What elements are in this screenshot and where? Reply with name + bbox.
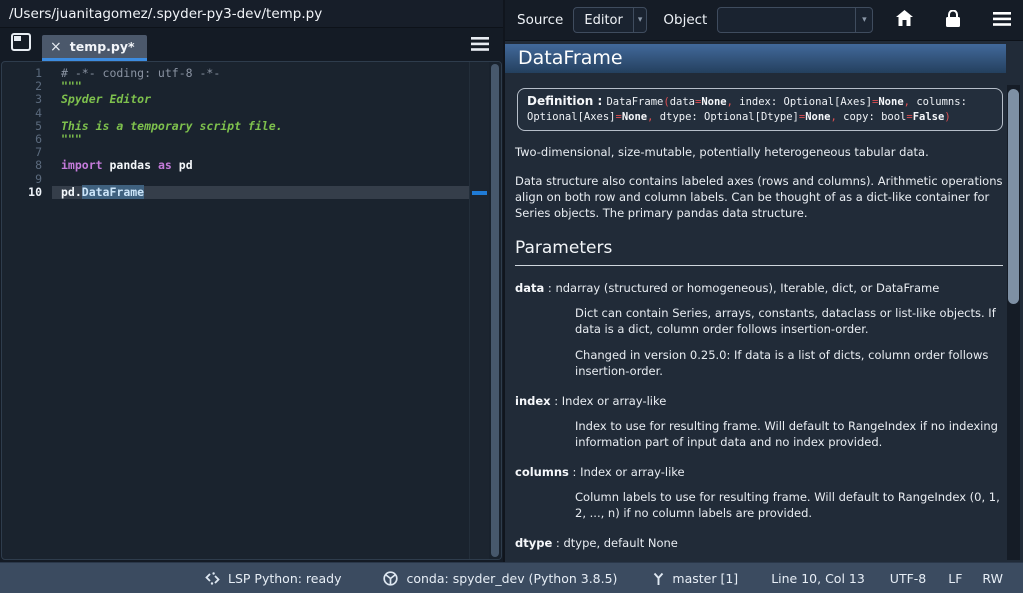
code-line[interactable]: Spyder Editor [52,93,469,106]
parameter-description: Column labels to use for resulting frame… [575,489,1005,521]
editor-tab-bar: × temp.py* [0,28,503,61]
browse-tabs-icon[interactable] [11,33,33,53]
source-label: Source [517,12,563,28]
eol-status: LF [948,571,962,586]
parameters-heading: Parameters [515,238,1003,266]
status-bar: LSP Python: ready conda: spyder_dev (Pyt… [0,562,1023,593]
editor-options-menu-icon[interactable] [471,36,489,55]
source-dropdown-value: Editor [574,13,632,28]
lsp-status-text: LSP Python: ready [228,571,341,586]
definition-label: Definition [527,94,593,108]
help-paragraph: Two-dimensional, size-mutable, potential… [515,144,1005,160]
line-number: 9 [2,173,42,186]
code-line[interactable]: pd.DataFrame [52,186,469,199]
line-number: 10 [2,186,42,199]
tab-label: temp.py* [70,39,135,54]
home-icon[interactable] [896,10,913,30]
code-line[interactable]: """ [52,133,469,146]
interpreter-status[interactable]: conda: spyder_dev (Python 3.8.5) [383,571,617,586]
help-toolbar: Source Editor ▾ Object ▾ [505,0,1023,40]
code-line[interactable]: This is a temporary script file. [52,120,469,133]
parameters-list: data : ndarray (structured or homogeneou… [515,281,1005,562]
lock-icon[interactable] [946,10,960,31]
help-object-title: DataFrame [505,44,1006,73]
chevron-down-icon[interactable]: ▾ [855,8,872,32]
definition-box: Definition : DataFrame(data=None, index:… [517,88,1003,131]
git-branch-status[interactable]: master [1] [653,571,738,586]
parameter-description: Dict can contain Series, arrays, constan… [575,305,1005,337]
object-label: Object [663,12,707,28]
tab-temp-py[interactable]: × temp.py* [42,35,147,61]
editor-scrollbar[interactable] [489,62,501,559]
code-line[interactable]: # -*- coding: utf-8 -*- [52,67,469,80]
help-pane: Source Editor ▾ Object ▾ [505,0,1023,562]
parameter-description: Changed in version 0.25.0: If data is a … [575,347,1005,379]
file-path-bar: /Users/juanitagomez/.spyder-py3-dev/temp… [0,0,503,28]
encoding-status: UTF-8 [890,571,926,586]
git-branch-text: master [1] [672,571,738,586]
parameter-term: data : ndarray (structured or homogeneou… [515,281,1005,295]
object-combobox[interactable]: ▾ [717,7,873,33]
editor-pane: /Users/juanitagomez/.spyder-py3-dev/temp… [0,0,503,562]
editor-scrollbar-thumb[interactable] [491,64,499,557]
editor-gutter: 12345678910 [2,62,52,559]
conda-icon [383,571,398,586]
code-line[interactable] [52,173,469,186]
code-lines[interactable]: # -*- coding: utf-8 -*-"""Spyder Editor … [52,62,469,559]
line-number: 4 [2,107,42,120]
spyder-window: /Users/juanitagomez/.spyder-py3-dev/temp… [0,0,1023,593]
help-scrollbar[interactable] [1007,85,1020,560]
line-number: 8 [2,159,42,172]
parameter-entry: data : ndarray (structured or homogeneou… [515,281,1005,379]
git-branch-icon [653,571,664,586]
parameter-term: columns : Index or array-like [515,465,1005,479]
lsp-icon [205,572,220,585]
chevron-down-icon[interactable]: ▾ [633,8,647,32]
scroll-flag-area[interactable] [469,62,489,559]
interpreter-status-text: conda: spyder_dev (Python 3.8.5) [406,571,617,586]
help-options-menu-icon[interactable] [993,11,1011,30]
parameter-entry: dtype : dtype, default NoneData type to … [515,536,1005,562]
help-description: Two-dimensional, size-mutable, potential… [515,144,1005,221]
source-dropdown[interactable]: Editor ▾ [573,7,647,33]
permissions-status: RW [982,571,1003,586]
code-editor[interactable]: 12345678910 # -*- coding: utf-8 -*- """ Sp… [1,61,502,560]
cursor-position: Line 10, Col 13 [771,571,865,586]
lsp-status[interactable]: LSP Python: ready [205,571,341,586]
parameter-term: index : Index or array-like [515,394,1005,408]
occurrence-flag[interactable] [472,191,487,195]
help-content: DataFrame Definition : DataFrame(data=No… [505,40,1023,562]
help-paragraph: Data structure also contains labeled axe… [515,173,1005,221]
parameter-entry: index : Index or array-like Index to use … [515,394,1005,450]
parameter-entry: columns : Index or array-like Column labe… [515,465,1005,521]
close-tab-icon[interactable]: × [50,40,62,54]
code-line[interactable]: import pandas as pd [52,159,469,172]
parameter-term: dtype : dtype, default None [515,536,1005,550]
parameter-description: Index to use for resulting frame. Will d… [575,418,1005,450]
help-scrollbar-thumb[interactable] [1008,89,1019,304]
line-number: 3 [2,93,42,106]
